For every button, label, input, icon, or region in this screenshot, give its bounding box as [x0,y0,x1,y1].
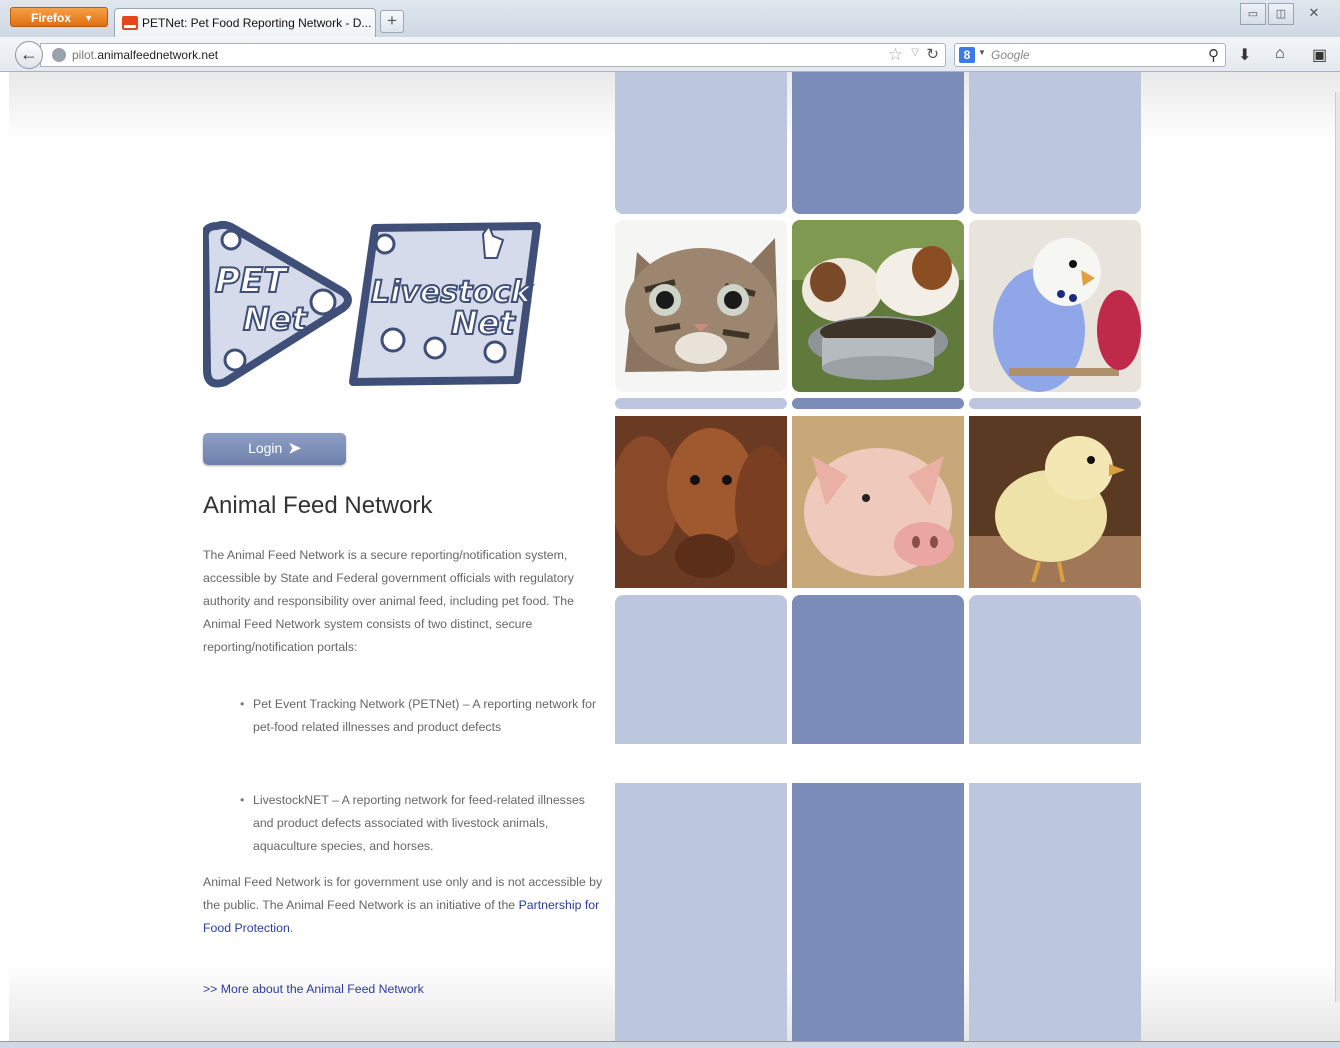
decorative-tile [969,595,1141,744]
decorative-tile [615,595,787,744]
reload-icon[interactable]: ↻ [926,45,939,63]
back-button[interactable]: ← [15,41,43,69]
firefox-menu-label: Firefox [31,11,72,25]
favicon-icon [122,16,138,30]
close-window-button[interactable]: ✕ [1296,3,1332,25]
login-label: Login [248,440,283,456]
search-placeholder: Google [991,48,1030,62]
browser-navbar: pilot.animalfeednetwork.net ☆ ▽ ↻ ← 8 ▼ … [0,37,1340,72]
list-item-livestocknet: LivestockNET – A reporting network for f… [240,789,603,858]
chick-photo [969,416,1141,588]
page-title: Animal Feed Network [203,492,433,519]
url-domain: animalfeednetwork.net [97,48,219,62]
list-item-petnet: Pet Event Tracking Network (PETNet) – A … [240,693,603,739]
cows-photo [615,416,787,588]
piglet-photo [792,416,964,588]
decorative-tile [615,783,787,1041]
google-engine-icon[interactable]: 8 [959,47,975,63]
decorative-tile [792,72,964,214]
search-icon[interactable]: ⚲ [1208,46,1219,64]
restore-button[interactable]: ◫ [1268,3,1294,25]
budgie-photo [969,220,1141,392]
home-icon[interactable]: ⌂ [1275,45,1285,63]
arrow-right-icon: ➤ [288,440,301,457]
search-bar[interactable]: 8 ▼ Google ⚲ [954,43,1226,67]
footer-paragraph: Animal Feed Network is for government us… [203,871,603,940]
browser-tab[interactable]: PETNet: Pet Food Reporting Network - D..… [114,8,376,37]
decorative-tile [615,398,787,409]
bookmark-star-icon[interactable]: ☆ [888,45,903,65]
address-bar[interactable]: pilot.animalfeednetwork.net ☆ ▽ ↻ [40,43,946,67]
downloads-icon[interactable]: ⬇ [1238,45,1251,65]
kitten-photo [615,220,787,392]
decorative-tile [969,783,1141,1041]
decorative-tile [969,72,1141,214]
chevron-down-icon: ▼ [84,13,93,23]
puppies-photo [792,220,964,392]
logo-net-text: Net [243,300,308,338]
addons-icon[interactable]: ▣ [1312,45,1327,65]
globe-icon [52,48,66,62]
logo-pet-text: PET [215,261,289,301]
browser-titlebar: Firefox ▼ PETNet: Pet Food Reporting Netw… [0,0,1340,37]
more-about-link[interactable]: >> More about the Animal Feed Network [203,982,424,996]
new-tab-button[interactable]: + [380,10,404,33]
footer-text-end: . [289,921,294,935]
engine-dropdown-icon[interactable]: ▼ [978,48,986,57]
decorative-tile [792,398,964,409]
login-button[interactable]: Login ➤ [203,433,346,465]
tab-title: PETNet: Pet Food Reporting Network - D..… [142,16,372,30]
history-dropdown-icon[interactable]: ▽ [911,47,919,58]
minimize-button[interactable]: ▭ [1240,3,1266,25]
decorative-tile [969,398,1141,409]
firefox-menu-button[interactable]: Firefox ▼ [10,7,108,27]
decorative-tile [792,783,964,1041]
decorative-tile [615,72,787,214]
url-text: pilot.animalfeednetwork.net [72,48,218,62]
intro-paragraph: The Animal Feed Network is a secure repo… [203,548,574,654]
page-content: PET Net Livestock Net Login ➤ Animal Feed… [9,72,1340,1041]
url-prefix: pilot. [72,48,98,62]
logo-livestock-net-text: Net [451,304,516,342]
decorative-tile [792,595,964,744]
petnet-livestocknet-logo: PET Net Livestock Net [203,220,541,388]
scrollbar[interactable] [1335,92,1340,1002]
